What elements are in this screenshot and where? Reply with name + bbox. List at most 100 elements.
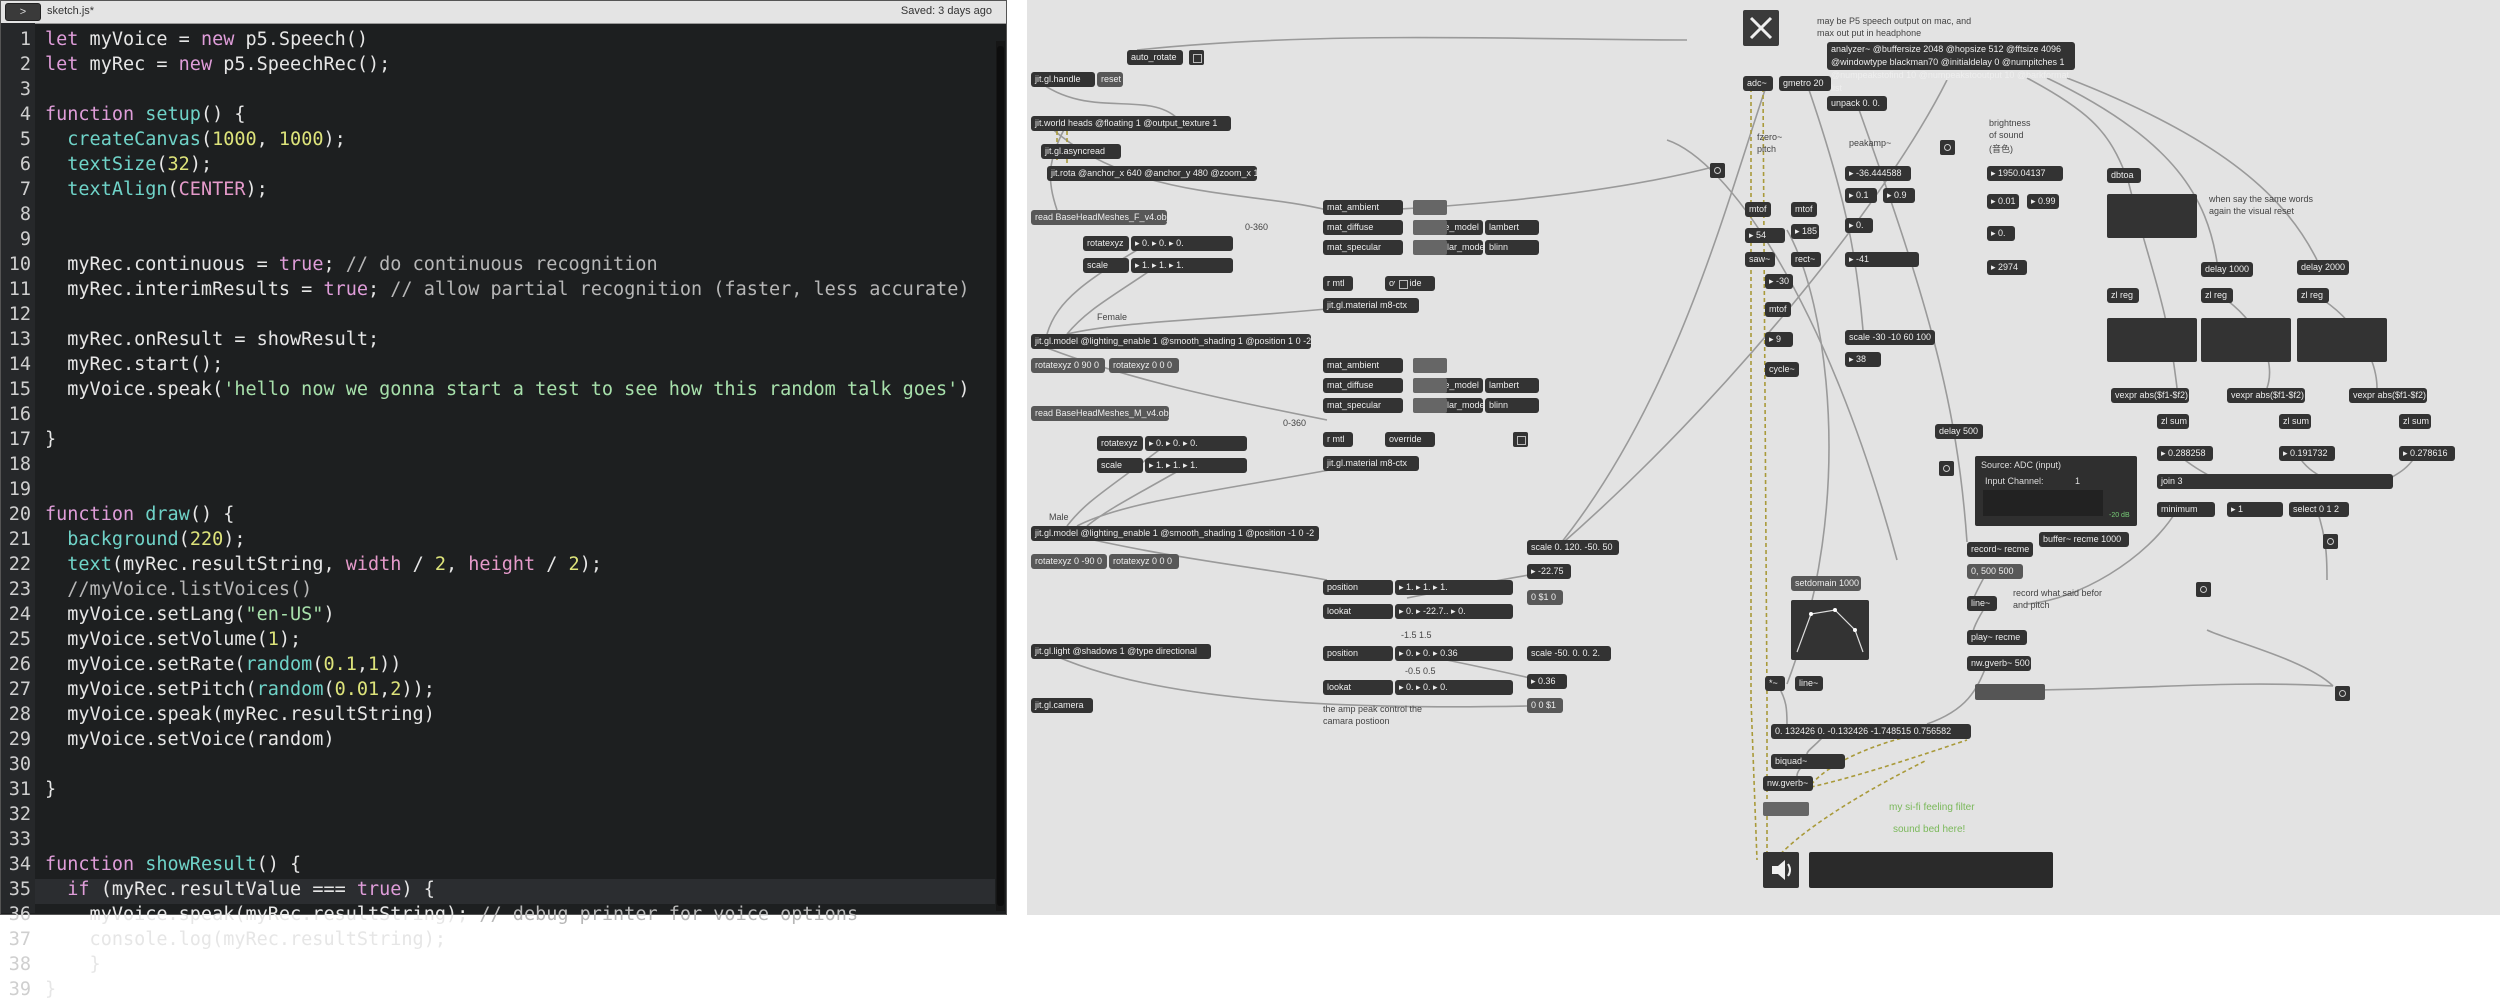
max-object-box[interactable]: delay 500 <box>1935 424 1983 439</box>
bang-button[interactable] <box>2323 534 2338 549</box>
color-swatch[interactable] <box>1413 378 1447 393</box>
max-object-box[interactable]: line~ <box>1967 596 1997 611</box>
max-object-box[interactable]: ▸ 0.36 <box>1527 674 1567 689</box>
max-object-box[interactable]: ▸ 0. ▸ 0. ▸ 0.36 <box>1395 646 1513 661</box>
max-object-box[interactable]: scale <box>1083 258 1129 273</box>
max-object-box[interactable]: mat_ambient <box>1323 200 1403 215</box>
max-object-box[interactable]: lambert <box>1485 220 1539 235</box>
code-line[interactable]: if (myRec.resultValue === true) { <box>45 877 435 902</box>
max-message-box[interactable]: rotatexyz 0 -90 0 <box>1031 554 1107 569</box>
max-object-box[interactable]: scale 0. 120. -50. 50 <box>1527 540 1619 555</box>
max-object-box[interactable]: scale -50. 0. 0. 2. <box>1527 646 1611 661</box>
max-object-box[interactable]: ▸ 0. ▸ -22.7.. ▸ 0. <box>1395 604 1513 619</box>
adc-channel-value[interactable]: 1 <box>2075 476 2080 486</box>
code-line[interactable]: myVoice.speak(myRec.resultString) <box>45 702 435 727</box>
max-object-box[interactable]: rect~ <box>1791 252 1821 267</box>
code-line[interactable]: myRec.onResult = showResult; <box>45 327 379 352</box>
code-line[interactable]: myRec.continuous = true; // do continuou… <box>45 252 657 277</box>
max-object-box[interactable]: ▸ 1. ▸ 1. ▸ 1. <box>1395 580 1513 595</box>
max-object-box[interactable]: adc~ <box>1743 76 1773 91</box>
max-object-box[interactable]: zl reg <box>2201 288 2233 303</box>
max-object-box[interactable]: zl reg <box>2297 288 2329 303</box>
code-line[interactable]: myRec.interimResults = true; // allow pa… <box>45 277 969 302</box>
max-object-box[interactable]: r mtl <box>1323 276 1353 291</box>
color-swatch[interactable] <box>1413 200 1447 215</box>
max-object-box[interactable]: ▸ -22.75 <box>1527 564 1571 579</box>
max-object-box[interactable]: r mtl <box>1323 432 1353 447</box>
max-object-box[interactable]: position <box>1323 580 1393 595</box>
max-object-box[interactable]: mat_diffuse <box>1323 220 1403 235</box>
max-object-box[interactable]: ▸ 1950.04137 <box>1987 166 2063 181</box>
max-object-box[interactable]: vexpr abs($f1-$f2) <box>2227 388 2305 403</box>
max-object-box[interactable]: zl sum <box>2399 414 2431 429</box>
adc-input-panel[interactable]: Source: ADC (input) Input Channel: 1 -20 dB <box>1975 456 2137 526</box>
code-line[interactable]: let myRec = new p5.SpeechRec(); <box>45 52 390 77</box>
max-object-box[interactable]: *~ <box>1765 676 1785 691</box>
code-line[interactable]: function setup() { <box>45 102 246 127</box>
code-line[interactable]: function draw() { <box>45 502 234 527</box>
max-message-box[interactable]: 0 0 $1 <box>1527 698 1563 713</box>
max-object-box[interactable]: scale <box>1097 458 1143 473</box>
max-object-box[interactable]: saw~ <box>1745 252 1775 267</box>
code-line[interactable]: } <box>45 952 101 977</box>
max-object-box[interactable]: gmetro 20 <box>1779 76 1831 91</box>
max-object-box[interactable]: ▸ 0. <box>1987 226 2015 241</box>
max-object-box[interactable]: ▸ 0.288258 <box>2157 446 2213 461</box>
max-object-box[interactable]: nw.gverb~ 500 <box>1967 656 2031 671</box>
bang-button[interactable] <box>2196 582 2211 597</box>
max-object-box[interactable]: ▸ 38 <box>1845 352 1881 367</box>
max-message-box[interactable]: read BaseHeadMeshes_F_v4.obj <box>1031 210 1167 225</box>
max-message-box[interactable]: rotatexyz 0 0 0 <box>1109 554 1179 569</box>
max-object-box[interactable]: jit.gl.asyncread <box>1041 144 1121 159</box>
max-object-box[interactable]: override <box>1385 276 1435 291</box>
max-object-box[interactable]: nw.gverb~ <box>1763 776 1813 791</box>
max-object-box[interactable]: mat_diffuse <box>1323 378 1403 393</box>
max-object-box[interactable]: jit.gl.model @lighting_enable 1 @smooth_… <box>1031 334 1311 349</box>
max-object-box[interactable]: vexpr abs($f1-$f2) <box>2349 388 2427 403</box>
max-object-box[interactable]: ▸ -36.444588 <box>1845 166 1911 181</box>
code-line[interactable]: myVoice.setLang("en-US") <box>45 602 334 627</box>
max-object-box[interactable]: ▸ 0.01 <box>1987 194 2019 209</box>
max-object-box[interactable]: jit.gl.handle <box>1031 72 1095 87</box>
code-line[interactable]: text(myRec.resultString, width / 2, heig… <box>45 552 602 577</box>
speaker-icon[interactable] <box>1763 852 1799 888</box>
max-object-box[interactable]: zl sum <box>2157 414 2189 429</box>
max-object-box[interactable]: scale -30 -10 60 100 <box>1845 330 1935 345</box>
max-message-box[interactable]: rotatexyz 0 90 0 <box>1031 358 1105 373</box>
max-object-box[interactable]: override <box>1385 432 1435 447</box>
max-object-box[interactable]: ▸ 0. ▸ 0. ▸ 0. <box>1145 436 1247 451</box>
adc-source-label[interactable]: Source: ADC (input) <box>1981 460 2061 470</box>
max-object-box[interactable]: mtof <box>1791 202 1817 217</box>
code-line[interactable]: myRec.start(); <box>45 352 223 377</box>
function-graph[interactable] <box>1791 600 1869 660</box>
code-area[interactable]: let myVoice = new p5.Speech() let myRec =… <box>1 23 1001 1000</box>
max-object-box[interactable]: unpack 0. 0. <box>1827 96 1887 111</box>
max-object-box[interactable]: jit.gl.model @lighting_enable 1 @smooth_… <box>1031 526 1319 541</box>
color-swatch[interactable] <box>1413 220 1447 235</box>
max-object-box[interactable]: mtof <box>1765 302 1791 317</box>
max-object-box[interactable]: ▸ 0. ▸ 0. ▸ 0. <box>1395 680 1513 695</box>
code-line[interactable]: function showResult() { <box>45 852 301 877</box>
max-object-box[interactable]: play~ recme <box>1967 630 2027 645</box>
dac-close-icon[interactable] <box>1743 10 1779 46</box>
code-line[interactable]: myVoice.speak('hello now we gonna start … <box>45 377 969 402</box>
code-line[interactable]: } <box>45 977 56 1002</box>
max-object-box[interactable]: ▸ 1. ▸ 1. ▸ 1. <box>1131 258 1233 273</box>
max-object-box[interactable]: mat_specular <box>1323 398 1403 413</box>
code-line[interactable]: myVoice.setVolume(1); <box>45 627 301 652</box>
toggle[interactable] <box>1395 276 1410 291</box>
max-object-box[interactable]: lookat <box>1323 680 1393 695</box>
code-line[interactable]: let myVoice = new p5.Speech() <box>45 27 368 52</box>
max-object-box[interactable]: ▸ 9 <box>1765 332 1793 347</box>
max-object-box[interactable]: jit.world heads @floating 1 @output_text… <box>1031 116 1231 131</box>
max-object-box[interactable]: ▸ 0.191732 <box>2279 446 2335 461</box>
max-object-box[interactable]: vexpr abs($f1-$f2) <box>2111 388 2189 403</box>
max-object-box[interactable]: jit.gl.material m8-ctx <box>1323 456 1419 471</box>
max-object-box[interactable]: jit.rota @anchor_x 640 @anchor_y 480 @zo… <box>1047 166 1257 181</box>
max-object-box[interactable]: cycle~ <box>1765 362 1799 377</box>
max-object-box[interactable]: jit.gl.material m8-ctx <box>1323 298 1419 313</box>
max-object-box[interactable]: buffer~ recme 1000 <box>2039 532 2129 547</box>
max-object-box[interactable]: ▸ 0. ▸ 0. ▸ 0. <box>1131 236 1233 251</box>
toggle[interactable] <box>1513 432 1528 447</box>
code-line[interactable]: console.log(myRec.resultString); <box>45 927 446 952</box>
